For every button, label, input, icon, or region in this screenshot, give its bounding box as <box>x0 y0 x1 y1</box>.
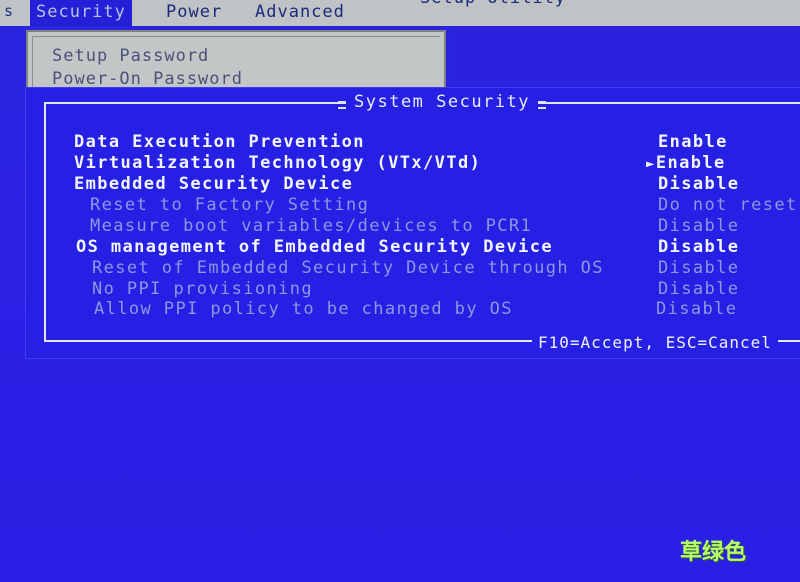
menu-bar: s Security Power Advanced Setup Utility <box>0 0 800 26</box>
setting-value-selected[interactable]: ►Enable <box>646 153 726 173</box>
setting-label: OS management of Embedded Security Devic… <box>76 237 554 257</box>
setting-label: Reset to Factory Setting <box>90 195 370 215</box>
setting-value[interactable]: Disable <box>658 237 739 257</box>
watermark: 草绿色 <box>680 540 747 565</box>
setting-row-embedded-security[interactable]: Embedded Security Device Disable <box>74 174 800 194</box>
system-security-dialog: System Security Data Execution Preventio… <box>26 88 800 358</box>
dialog-frame: System Security Data Execution Preventio… <box>44 92 800 352</box>
setting-label: Data Execution Prevention <box>74 132 365 152</box>
dialog-footer-hint: F10=Accept, ESC=Cancel <box>532 333 778 352</box>
setting-value[interactable]: Enable <box>658 132 728 152</box>
setting-row-allow-ppi-policy: Allow PPI policy to be changed by OS Dis… <box>94 299 800 319</box>
setting-row-measure-boot: Measure boot variables/devices to PCR1 D… <box>90 216 800 236</box>
menu-stub: s <box>4 2 14 20</box>
setting-label: No PPI provisioning <box>92 279 314 299</box>
setting-row-virtualization[interactable]: Virtualization Technology (VTx/VTd) ►Ena… <box>74 153 800 173</box>
setting-value: Disable <box>658 216 740 236</box>
setting-value: Do not reset <box>658 195 798 215</box>
setting-label: Reset of Embedded Security Device throug… <box>92 258 604 278</box>
setting-row-dep[interactable]: Data Execution Prevention Enable <box>74 132 800 152</box>
tab-power[interactable]: Power <box>166 0 222 26</box>
bios-screen: s Security Power Advanced Setup Utility … <box>0 0 800 582</box>
setting-row-reset-through-os: Reset of Embedded Security Device throug… <box>92 258 800 278</box>
selection-arrow-icon: ► <box>646 156 656 172</box>
setting-value: Disable <box>658 279 740 299</box>
tab-advanced[interactable]: Advanced <box>255 0 345 26</box>
utility-title: Setup Utility <box>420 0 566 8</box>
help-panel <box>452 26 800 96</box>
dialog-title: System Security <box>337 92 547 112</box>
setting-row-reset-factory: Reset to Factory Setting Do not reset <box>90 195 800 215</box>
setting-label: Virtualization Technology (VTx/VTd) <box>74 153 482 173</box>
setting-value: Disable <box>656 299 738 319</box>
setting-label: Allow PPI policy to be changed by OS <box>94 299 513 319</box>
setting-label: Measure boot variables/devices to PCR1 <box>90 216 533 236</box>
menu-item-power-on-password[interactable]: Power-On Password <box>52 69 243 89</box>
setting-value: Disable <box>658 258 740 278</box>
setting-value[interactable]: Disable <box>658 174 739 194</box>
menu-item-setup-password[interactable]: Setup Password <box>52 46 209 66</box>
setting-label: Embedded Security Device <box>74 174 354 194</box>
setting-row-os-management[interactable]: OS management of Embedded Security Devic… <box>76 237 800 257</box>
setting-row-no-ppi: No PPI provisioning Disable <box>92 279 800 299</box>
tab-security[interactable]: Security <box>30 0 132 26</box>
